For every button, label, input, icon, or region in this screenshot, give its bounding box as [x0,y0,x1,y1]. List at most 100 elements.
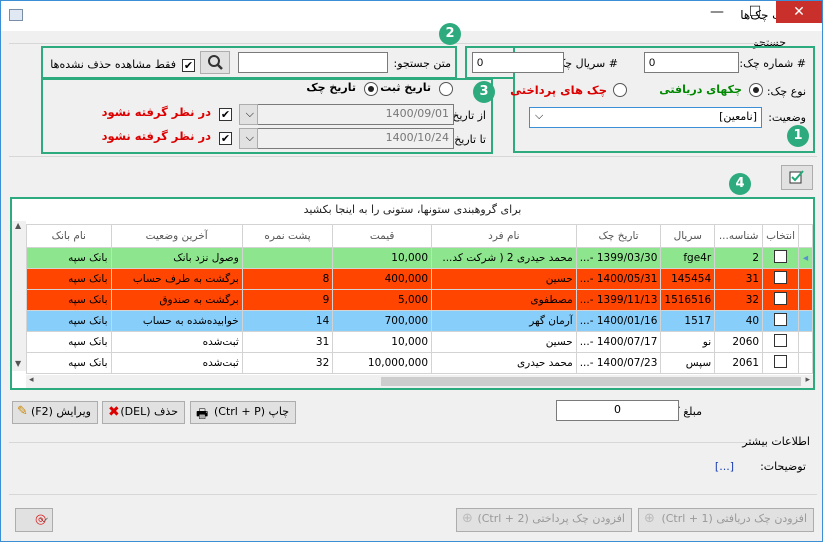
price-cell: 10,000 [332,247,433,269]
serial-cell: 1517 [660,310,716,332]
back-number-cell: 8 [241,268,334,290]
add-icon: ⊕ [644,511,655,526]
serial-input[interactable] [472,52,564,73]
col-select[interactable]: انتخاب [762,224,800,248]
table-row[interactable]: 31 145454 1400/05/31 -... حسین 400,000 8 برگشت… [26,268,813,290]
description-value[interactable]: [...] [715,460,734,473]
row-selector[interactable] [798,268,813,290]
scroll-down-icon[interactable]: ▼ [15,359,21,368]
minimize-button[interactable]: — [703,1,731,23]
maximize-button[interactable]: ☐ [741,1,769,23]
id-cell: 32 [714,289,764,311]
price-cell: 5,000 [332,289,433,311]
to-date-input[interactable]: 1400/10/24 [257,128,454,149]
to-date-label: تا تاریخ: [450,133,486,146]
to-date-ignore-checkbox[interactable]: ✔ [219,132,232,145]
row-selector[interactable] [798,352,813,374]
date-cell: 1399/03/30 -... [575,247,662,269]
radio-received[interactable] [749,83,763,97]
close-button[interactable]: ✕ [776,1,822,23]
row-select-checkbox[interactable] [774,313,788,326]
search-bottom-divider [9,156,817,157]
col-serial[interactable]: سریال [660,224,716,248]
select-checkbox-cell[interactable] [762,331,800,353]
check-number-label: # شماره چک: [739,57,806,70]
person-cell: مصطفوی [431,289,577,311]
add-icon: ⊕ [462,511,473,526]
group-by-area[interactable]: برای گروهبندی ستونها، ستونی را به اینجا … [12,199,813,221]
status-value: [نامعین] [719,110,757,123]
horizontal-scrollbar[interactable]: ◂ ▸ [26,375,813,388]
status-dropdown[interactable]: [نامعین] ⌵ [529,107,762,128]
select-all-button[interactable] [781,165,813,190]
id-cell: 2 [714,247,764,269]
status-cell: برگشت به صندوق [110,289,243,311]
delete-button[interactable]: حذف (DEL) ✖ [102,401,185,424]
id-cell: 2060 [714,331,764,353]
add-paid-check-button[interactable]: افزودن چک پرداختی (Ctrl + 2) ⊕ [456,508,632,532]
edit-button[interactable]: ویرایش (F2) ✎ [12,401,98,424]
select-checkbox-cell[interactable] [762,310,800,332]
row-select-checkbox[interactable] [774,271,788,284]
to-date-picker-button[interactable]: ⌵ [239,128,258,149]
row-selector[interactable] [798,310,813,332]
from-date-input[interactable]: 1400/09/01 [257,104,454,125]
print-button[interactable]: چاپ (Ctrl + P) 🖶 [190,401,296,424]
radio-date-register[interactable] [439,82,453,96]
add-received-check-button[interactable]: افزودن چک دریافتی (Ctrl + 1) ⊕ [638,508,814,532]
scroll-up-icon[interactable]: ▲ [15,221,21,230]
person-cell: محمد حیدری 2 ( شرکت کد... [431,247,577,269]
more-info-divider [9,442,749,443]
date-check-label: تاریخ چک [306,81,356,94]
row-selector[interactable]: ◂ [798,247,813,269]
row-selector[interactable] [798,289,813,311]
table-header-row: انتخاب شناسه... سریال تاریخ چک نام فرد ق… [26,224,813,248]
date-cell: 1400/01/16 -... [575,310,662,332]
table-row[interactable]: 2060 نو 1400/07/17 -... حسین 10,000 31 ثبت‌شده… [26,331,813,353]
radio-date-check[interactable] [364,82,378,96]
select-checkbox-cell[interactable] [762,289,800,311]
price-cell: 700,000 [332,310,433,332]
row-select-checkbox[interactable] [774,334,788,347]
from-date-label: از تاریخ: [448,109,486,122]
status-cell: خوابیده‌شده به حساب [110,310,243,332]
select-checkbox-cell[interactable] [762,352,800,374]
search-button[interactable] [200,51,230,74]
scroll-right-icon[interactable]: ▸ [805,375,810,385]
back-number-cell: 9 [241,289,334,311]
search-icon [208,55,223,70]
row-selector[interactable] [798,331,813,353]
col-price[interactable]: قیمت [332,224,433,248]
row-select-checkbox[interactable] [774,292,788,305]
check-number-input[interactable] [644,52,739,73]
row-select-checkbox[interactable] [774,250,788,263]
from-date-picker-button[interactable]: ⌵ [239,104,258,125]
col-person[interactable]: نام فرد [431,224,577,248]
serial-cell: سپس [660,352,716,374]
from-date-ignore-checkbox[interactable]: ✔ [219,108,232,121]
scrollbar-thumb[interactable] [381,377,801,386]
col-id[interactable]: شناسه... [714,224,764,248]
description-label: توضیحات: [760,460,806,473]
vertical-scrollbar[interactable]: ▲ ▼ [12,221,26,371]
scroll-left-icon[interactable]: ◂ [29,375,34,385]
table-row[interactable]: 2061 سپس 1400/07/23 -... محمد حیدری 10,000,0… [26,352,813,374]
status-cell: برگشت به طرف حساب [110,268,243,290]
help-menu-button[interactable]: ⌵ ◎ [15,508,53,532]
table-row[interactable]: 32 1516516 1399/11/13 -... مصطفوی 5,000 9 برگش… [26,289,813,311]
select-checkbox-cell[interactable] [762,247,800,269]
col-back-number[interactable]: پشت نمره [241,224,334,248]
select-checkbox-cell[interactable] [762,268,800,290]
add-received-label: افزودن چک دریافتی (Ctrl + 1) [661,512,807,525]
table-row[interactable]: ◂ 2 fge4r 1399/03/30 -... محمد حیدری 2 ( شرک… [26,247,813,269]
row-select-checkbox[interactable] [774,355,788,368]
radio-paid[interactable] [613,83,627,97]
search-text-input[interactable] [238,52,388,73]
table-row[interactable]: 40 1517 1400/01/16 -... آرمان گهر 700,000 14 خ… [26,310,813,332]
only-undeleted-checkbox[interactable]: ✔ [182,59,195,72]
checks-table: انتخاب شناسه... سریال تاریخ چک نام فرد ق… [26,224,813,374]
col-bank[interactable]: نام بانک [26,224,112,248]
col-date[interactable]: تاریخ چک [575,224,662,248]
edit-label: ویرایش (F2) [31,405,91,418]
col-last-status[interactable]: آخرین وضعیت [110,224,243,248]
